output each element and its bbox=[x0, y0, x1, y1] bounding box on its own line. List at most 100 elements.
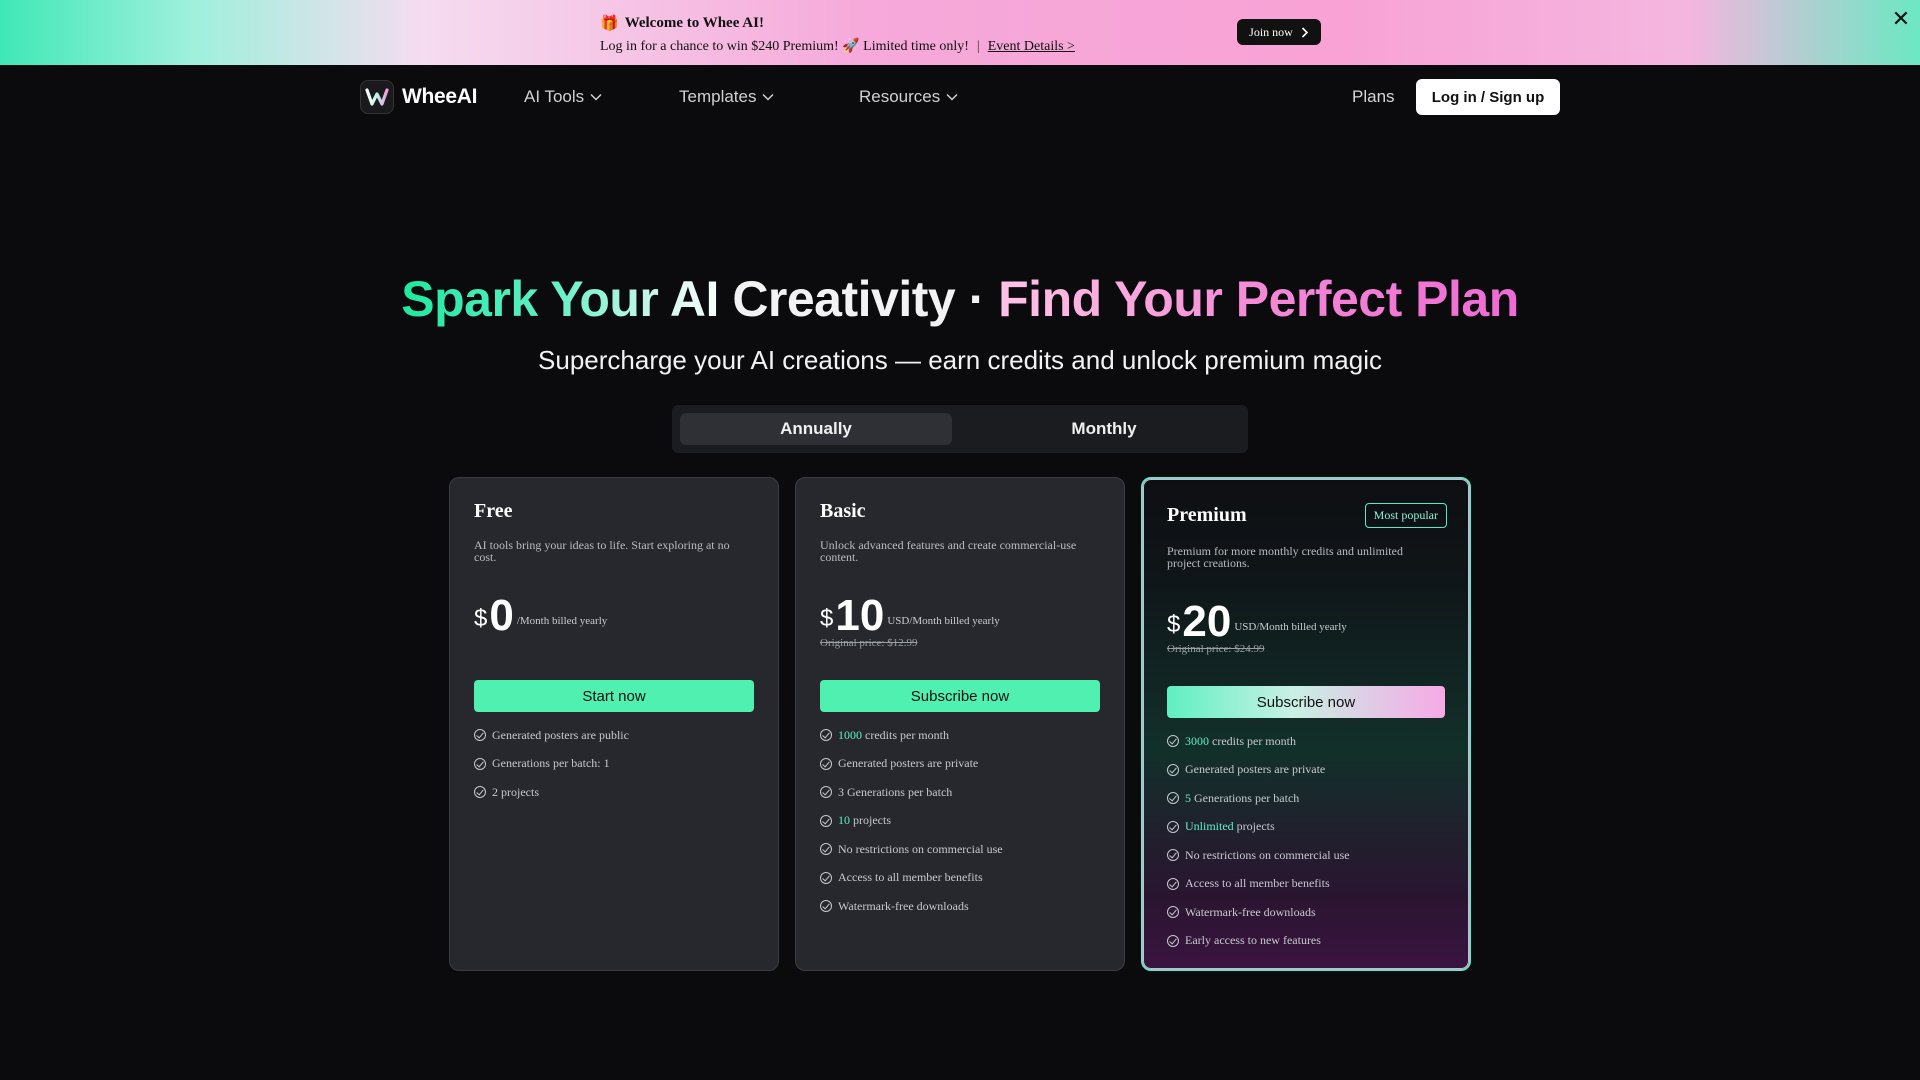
list-item: 3 Generations per batch bbox=[820, 778, 1104, 807]
list-item: Generated posters are private bbox=[820, 750, 1104, 779]
feature-text: Generated posters are private bbox=[1185, 762, 1326, 777]
feature-highlight: Unlimited bbox=[1185, 819, 1234, 834]
price-period: USD/Month billed yearly bbox=[887, 615, 1000, 627]
check-circle-icon bbox=[474, 786, 486, 799]
nav-ai-tools[interactable]: AI Tools bbox=[524, 87, 602, 107]
brand-logo[interactable]: WheeAI bbox=[360, 80, 478, 114]
toggle-annually[interactable]: Annually bbox=[680, 413, 952, 445]
feature-text: projects bbox=[850, 813, 891, 828]
list-item: No restrictions on commercial use bbox=[1167, 841, 1449, 870]
check-circle-icon bbox=[474, 729, 486, 742]
list-item: 1000 credits per month bbox=[820, 721, 1104, 750]
feature-text: Early access to new features bbox=[1185, 933, 1321, 948]
title-part-3: Find Your Perfect Plan bbox=[998, 271, 1519, 327]
plan-description: Unlock advanced features and create comm… bbox=[820, 538, 1077, 564]
list-item: Generated posters are public bbox=[474, 721, 758, 750]
page-subtitle: Supercharge your AI creations — earn cre… bbox=[538, 345, 1382, 375]
check-circle-icon bbox=[820, 729, 832, 742]
feature-highlight: 3000 bbox=[1185, 733, 1209, 748]
check-circle-icon bbox=[1167, 820, 1179, 833]
top-nav: WheeAI AI Tools Templates Resources Plan… bbox=[0, 65, 1920, 129]
feature-text: credits per month bbox=[1209, 733, 1296, 748]
plan-description: Premium for more monthly credits and unl… bbox=[1167, 544, 1403, 570]
brand-name: WheeAI bbox=[402, 85, 478, 108]
feature-text: No restrictions on commercial use bbox=[1185, 847, 1350, 862]
price-period: USD/Month billed yearly bbox=[1234, 621, 1347, 633]
check-circle-icon bbox=[474, 757, 486, 770]
feature-text: Generations per batch: 1 bbox=[492, 756, 610, 771]
list-item: 3000 credits per month bbox=[1167, 727, 1449, 756]
feature-text: Watermark-free downloads bbox=[838, 898, 969, 913]
list-item: 5 Generations per batch bbox=[1167, 784, 1449, 813]
price-amount: 10 bbox=[835, 591, 885, 640]
list-item: Access to all member benefits bbox=[820, 864, 1104, 893]
check-circle-icon bbox=[1167, 877, 1179, 890]
login-signup-button[interactable]: Log in / Sign up bbox=[1416, 79, 1560, 115]
plan-price: $ 0 /Month billed yearly bbox=[474, 591, 608, 640]
plan-description: AI tools bring your ideas to life. Start… bbox=[474, 538, 730, 564]
check-circle-icon bbox=[820, 786, 832, 799]
feature-list: Generated posters are public Generations… bbox=[474, 721, 758, 807]
check-circle-icon bbox=[1167, 792, 1179, 805]
list-item: 10 projects bbox=[820, 807, 1104, 836]
nav-templates[interactable]: Templates bbox=[679, 87, 775, 107]
feature-text: projects bbox=[1233, 819, 1275, 834]
check-circle-icon bbox=[820, 757, 832, 770]
promo-title: Welcome to Whee AI! bbox=[624, 15, 764, 31]
join-now-button[interactable]: Join now bbox=[1237, 19, 1321, 45]
list-item: Access to all member benefits bbox=[1167, 870, 1449, 899]
chevron-right-icon bbox=[1301, 26, 1308, 38]
check-circle-icon bbox=[1167, 735, 1179, 748]
plan-price: $ 10 USD/Month billed yearly bbox=[820, 591, 1000, 640]
price-currency: $ bbox=[474, 605, 488, 632]
plan-name: Free bbox=[474, 500, 513, 522]
list-item: Generated posters are private bbox=[1167, 756, 1449, 785]
list-item: Early access to new features bbox=[1167, 927, 1449, 956]
check-circle-icon bbox=[820, 900, 832, 913]
feature-text: Generated posters are private bbox=[838, 756, 979, 771]
gift-icon: 🎁 bbox=[600, 16, 619, 32]
subscribe-premium-button[interactable]: Subscribe now bbox=[1167, 686, 1445, 718]
event-details-link[interactable]: Event Details > bbox=[988, 39, 1075, 55]
start-now-button[interactable]: Start now bbox=[474, 680, 754, 712]
close-icon[interactable]: ✕ bbox=[1890, 8, 1912, 30]
feature-text: 3 Generations per batch bbox=[838, 784, 953, 799]
price-period: /Month billed yearly bbox=[516, 615, 608, 627]
check-circle-icon bbox=[820, 843, 832, 856]
price-currency: $ bbox=[820, 605, 834, 632]
promo-text: 🎁 Welcome to Whee AI! Log in for a chanc… bbox=[600, 14, 1075, 55]
toggle-monthly[interactable]: Monthly bbox=[968, 413, 1240, 445]
subscribe-basic-button[interactable]: Subscribe now bbox=[820, 680, 1100, 712]
feature-text: No restrictions on commercial use bbox=[838, 841, 1003, 856]
most-popular-badge: Most popular bbox=[1364, 503, 1447, 528]
list-item: No restrictions on commercial use bbox=[820, 835, 1104, 864]
feature-text: Watermark-free downloads bbox=[1185, 904, 1316, 919]
join-now-label: Join now bbox=[1249, 24, 1293, 39]
check-circle-icon bbox=[1167, 849, 1179, 862]
promo-title-row: 🎁 Welcome to Whee AI! bbox=[600, 14, 1075, 33]
promo-message: Log in for a chance to win $240 Premium!… bbox=[600, 39, 969, 54]
list-item: Watermark-free downloads bbox=[1167, 898, 1449, 927]
nav-ai-tools-label: AI Tools bbox=[524, 87, 585, 106]
feature-highlight: 1000 bbox=[838, 727, 862, 742]
feature-text: Generations per batch bbox=[1191, 790, 1300, 805]
plan-name: Premium bbox=[1167, 504, 1247, 526]
promo-separator: | bbox=[976, 38, 980, 54]
original-price: Original price: $12.99 bbox=[820, 637, 918, 649]
chevron-down-icon bbox=[762, 93, 775, 101]
page-title: Spark Your AI Creativity · Find Your Per… bbox=[0, 270, 1920, 328]
chevron-down-icon bbox=[946, 93, 958, 101]
check-circle-icon bbox=[820, 814, 832, 827]
nav-resources-label: Resources bbox=[859, 87, 941, 106]
price-currency: $ bbox=[1167, 611, 1181, 638]
plan-price: $ 20 USD/Month billed yearly bbox=[1167, 597, 1347, 646]
nav-resources[interactable]: Resources bbox=[859, 87, 958, 107]
promo-message-row: Log in for a chance to win $240 Premium!… bbox=[600, 38, 1075, 55]
list-item: Generations per batch: 1 bbox=[474, 750, 758, 779]
nav-plans-link[interactable]: Plans bbox=[1352, 87, 1395, 107]
price-amount: 0 bbox=[489, 591, 514, 640]
price-amount: 20 bbox=[1182, 597, 1232, 646]
billing-toggle: Annually Monthly bbox=[672, 405, 1248, 453]
chevron-down-icon bbox=[590, 93, 602, 101]
check-circle-icon bbox=[1167, 906, 1179, 919]
